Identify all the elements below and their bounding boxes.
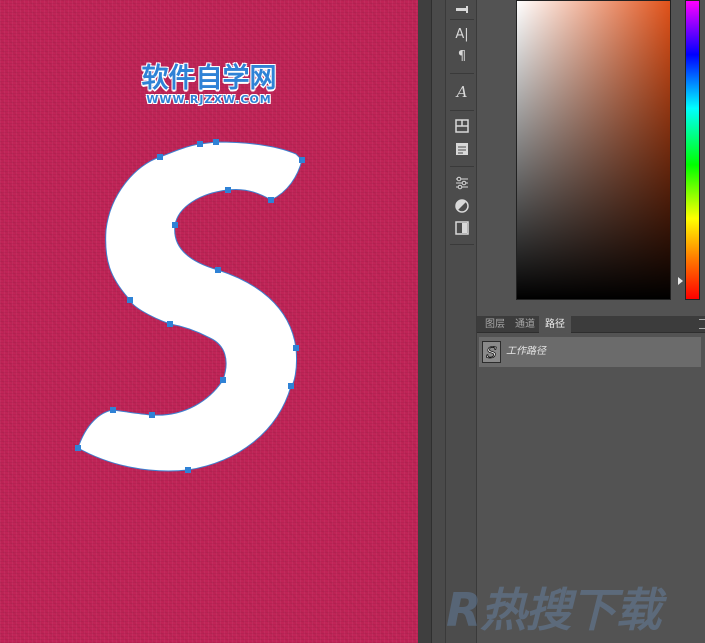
color-picker-field[interactable] bbox=[516, 0, 671, 300]
panel-dock-edge bbox=[431, 0, 445, 643]
mask-icon[interactable] bbox=[452, 218, 472, 238]
divider bbox=[450, 110, 474, 111]
path-name: 工作路径 bbox=[506, 346, 546, 357]
tab-paths[interactable]: 路径 bbox=[539, 316, 571, 333]
s-shape[interactable] bbox=[0, 0, 418, 643]
divider bbox=[450, 73, 474, 74]
panel-menu-icon[interactable] bbox=[699, 319, 705, 329]
paragraph-panel-icon[interactable]: ¶ bbox=[452, 47, 472, 67]
adjustments-icon[interactable] bbox=[452, 196, 472, 216]
s-thumbnail-icon: S bbox=[486, 343, 498, 363]
path-list-item[interactable]: S 工作路径 bbox=[479, 337, 701, 367]
tab-channels[interactable]: 通道 bbox=[509, 316, 541, 333]
hue-slider-handle[interactable] bbox=[678, 277, 683, 285]
document-canvas[interactable]: 软件自学网 WWW.RJZXW.COM bbox=[0, 0, 418, 643]
divider bbox=[450, 244, 474, 245]
s-shape-path[interactable] bbox=[77, 141, 303, 472]
bottom-watermark: R热搜下载 bbox=[446, 583, 661, 637]
divider bbox=[450, 19, 474, 20]
tab-layers[interactable]: 图层 bbox=[479, 316, 511, 333]
brush-preset-icon[interactable] bbox=[452, 0, 472, 20]
layers-panel-tabs: 图层 通道 路径 bbox=[477, 316, 705, 333]
divider bbox=[450, 166, 474, 167]
panel-icon-column: A| ¶ A bbox=[445, 0, 477, 643]
properties-icon[interactable] bbox=[452, 173, 472, 193]
swatches-icon[interactable] bbox=[452, 116, 472, 136]
svg-text:S: S bbox=[486, 343, 497, 362]
photoshop-window: 软件自学网 WWW.RJZXW.COM A| ¶ A 图层 通道 路径 S 工作… bbox=[0, 0, 705, 643]
canvas-scroll-edge bbox=[418, 0, 431, 643]
glyph-panel-icon[interactable]: A bbox=[452, 82, 472, 102]
notes-icon[interactable] bbox=[452, 139, 472, 159]
path-thumbnail: S bbox=[482, 341, 501, 363]
character-panel-icon[interactable]: A| bbox=[452, 25, 472, 45]
hue-slider[interactable] bbox=[685, 0, 700, 300]
